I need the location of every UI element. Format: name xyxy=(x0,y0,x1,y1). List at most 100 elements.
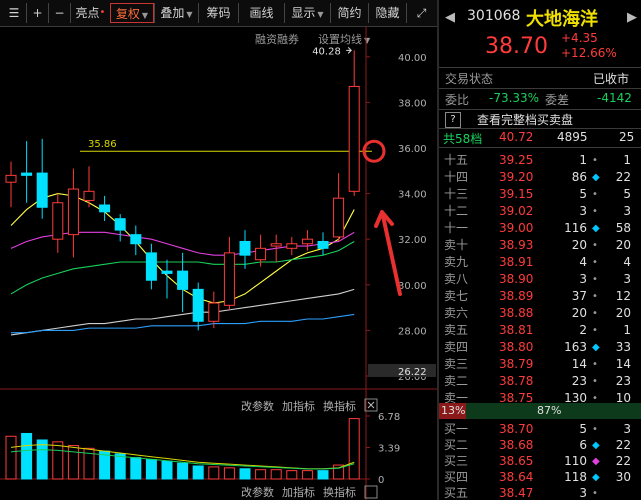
hide-button[interactable]: 隐藏 xyxy=(368,3,406,23)
price-change-pct: +12.66% xyxy=(561,46,617,60)
highlights-button[interactable]: 亮点• xyxy=(70,3,110,23)
switch-indicator-button[interactable]: 换指标 xyxy=(323,399,356,413)
close-panel-icon[interactable] xyxy=(364,485,378,499)
weibi-label: 委比 xyxy=(445,93,470,107)
volume-tick-label: 0 xyxy=(378,475,384,486)
candle-body[interactable] xyxy=(114,218,126,231)
volume-bar[interactable] xyxy=(36,439,48,480)
volume-bar[interactable] xyxy=(301,470,313,480)
total-price: 40.72 xyxy=(499,130,534,144)
zoom-in-button[interactable]: + xyxy=(26,3,48,23)
add-indicator-button[interactable]: 加指标 xyxy=(282,485,315,499)
y-tick-label: 36.00 xyxy=(398,144,427,155)
y-tick-label: 40.00 xyxy=(398,53,427,64)
y-tick-label: 38.00 xyxy=(398,98,427,109)
volume-bar[interactable] xyxy=(145,458,157,480)
volume-bar[interactable] xyxy=(223,467,235,480)
candle-body[interactable] xyxy=(145,252,157,281)
overlay-label: 叠加 xyxy=(160,6,185,20)
bid-row[interactable]: 买五 38.47 3 • xyxy=(439,484,641,500)
add-indicator-button[interactable]: 加指标 xyxy=(282,399,315,413)
volume-bar[interactable] xyxy=(67,445,79,480)
candle-body[interactable] xyxy=(333,197,345,238)
candle-body[interactable] xyxy=(270,243,282,247)
volume-bar[interactable] xyxy=(208,466,220,480)
edit-params-button[interactable]: 改参数 xyxy=(241,399,274,413)
candle-body[interactable] xyxy=(192,288,204,322)
candle-body[interactable] xyxy=(301,238,313,245)
highlights-marker: • xyxy=(99,7,106,18)
switch-indicator-button[interactable]: 换指标 xyxy=(323,485,356,499)
chips-button[interactable]: 筹码 xyxy=(198,3,238,23)
menu-button[interactable]: ☰ xyxy=(2,3,26,23)
high-price-label: 40.28 xyxy=(312,46,341,57)
candle-body[interactable] xyxy=(5,174,17,183)
fullscreen-icon: ⤢ xyxy=(416,6,427,20)
zoom-out-button[interactable]: − xyxy=(48,3,70,23)
candle-body[interactable] xyxy=(223,252,235,306)
next-stock-icon[interactable]: ▶ xyxy=(627,10,637,25)
volume-bar[interactable] xyxy=(21,432,33,480)
trading-app: ☰ + − 亮点• 复权 ▼ 叠加 ▼ 筹码 画线 显示 ▼ 简约 隐藏 ⤢ 融资融券… xyxy=(0,0,641,500)
volume-bar[interactable] xyxy=(239,468,251,480)
candle-body[interactable] xyxy=(36,172,48,208)
volume-bar[interactable] xyxy=(317,470,329,480)
annotation-arrow-icon xyxy=(374,210,402,296)
total-count: 25 xyxy=(619,130,635,144)
ratio-right: 87% xyxy=(537,404,562,417)
total-levels-label: 共58档 xyxy=(443,132,483,146)
candle-body[interactable] xyxy=(161,270,173,274)
volume-bar[interactable] xyxy=(270,469,282,480)
candle-body[interactable] xyxy=(348,85,360,192)
y-tick-label: 32.00 xyxy=(398,235,427,246)
close-x-icon xyxy=(367,401,375,409)
simple-button[interactable]: 简约 xyxy=(330,3,368,23)
candle-body[interactable] xyxy=(208,302,220,322)
kline-chart[interactable]: 40.0038.0036.0034.0032.0030.0028.0026.00… xyxy=(0,26,437,500)
prev-stock-icon[interactable]: ◀ xyxy=(445,10,455,25)
candle-body[interactable] xyxy=(255,247,267,261)
status-value: 已收市 xyxy=(593,72,630,86)
divider xyxy=(439,88,641,89)
candle-body[interactable] xyxy=(239,240,251,256)
overlay-button[interactable]: 叠加 ▼ xyxy=(154,3,198,23)
current-price-box-label: 26.22 xyxy=(398,367,427,378)
draw-line-button[interactable]: 画线 xyxy=(238,3,284,23)
divider xyxy=(439,109,641,110)
volume-bar[interactable] xyxy=(5,435,17,480)
stock-name: 大地海洋 xyxy=(526,9,598,30)
fullscreen-button[interactable]: ⤢ xyxy=(406,3,436,23)
level-label: 买五 xyxy=(444,486,469,500)
help-icon[interactable]: ? xyxy=(445,112,461,128)
candle-body[interactable] xyxy=(317,240,329,249)
y-tick-label: 30.00 xyxy=(398,281,427,292)
volume-bar[interactable] xyxy=(52,441,64,480)
high-arrow-icon xyxy=(346,47,352,54)
volume-bar[interactable] xyxy=(255,469,267,480)
candle-body[interactable] xyxy=(177,270,189,290)
weibi-value: -73.33% xyxy=(489,91,540,105)
volume-bar[interactable] xyxy=(286,470,298,480)
candle-body[interactable] xyxy=(83,190,95,201)
candle-body[interactable] xyxy=(286,243,298,249)
edit-params-button[interactable]: 改参数 xyxy=(241,485,274,499)
volume-bar[interactable] xyxy=(192,465,204,480)
volume-bar[interactable] xyxy=(177,462,189,480)
price-change: +4.35 xyxy=(561,31,598,45)
volume-tick-label: 3.39 xyxy=(378,444,400,455)
candle-body[interactable] xyxy=(99,204,111,213)
candle-body[interactable] xyxy=(21,172,33,176)
volume-bar[interactable] xyxy=(161,460,173,480)
volume-bar[interactable] xyxy=(348,418,360,480)
candle-body[interactable] xyxy=(52,202,64,240)
full-book-link[interactable]: 查看完整档买卖盘 xyxy=(477,111,573,128)
y-tick-label: 28.00 xyxy=(398,326,427,337)
chart-toolbar: ☰ + − 亮点• 复权 ▼ 叠加 ▼ 筹码 画线 显示 ▼ 简约 隐藏 ⤢ xyxy=(0,0,437,27)
adjust-button[interactable]: 复权 ▼ xyxy=(110,3,154,23)
y-tick-label: 34.00 xyxy=(398,190,427,201)
candle-body[interactable] xyxy=(67,188,79,236)
volume-bar[interactable] xyxy=(130,457,142,480)
candle-body[interactable] xyxy=(130,234,142,245)
volume-bar[interactable] xyxy=(114,453,126,480)
display-button[interactable]: 显示 ▼ xyxy=(284,3,330,23)
